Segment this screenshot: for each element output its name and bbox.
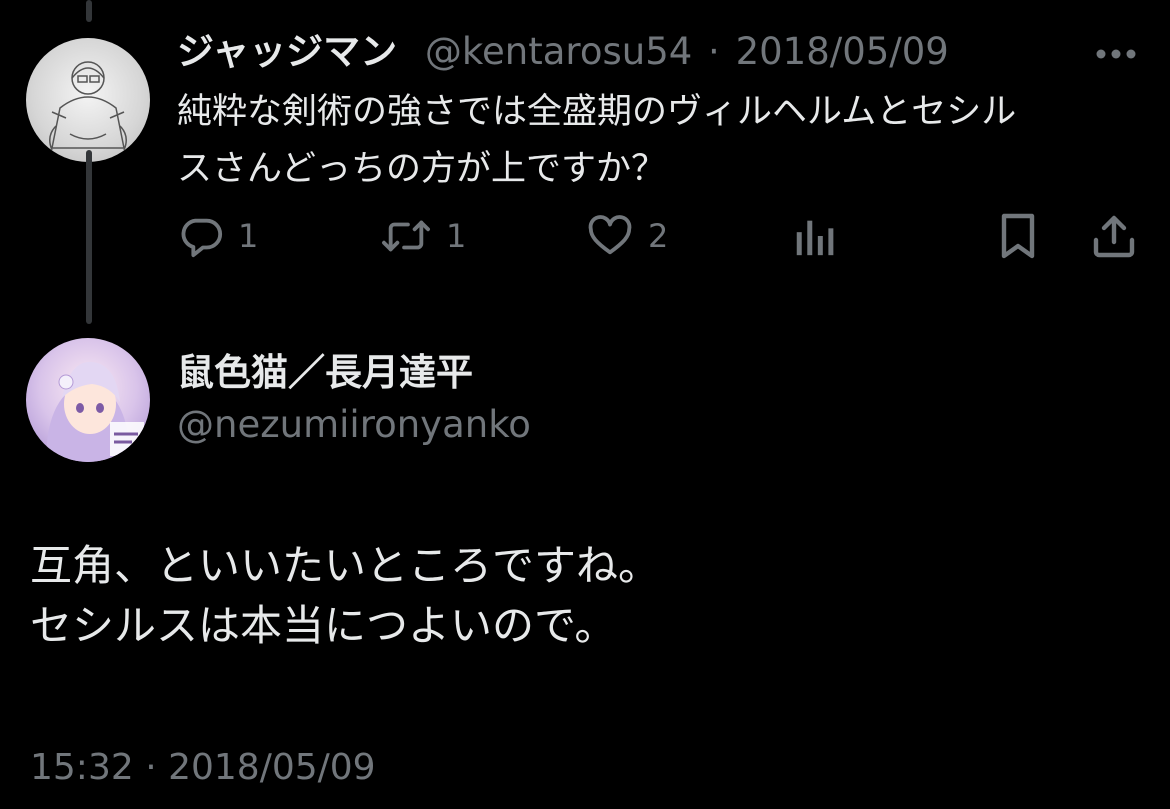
main-tweet-timestamp[interactable]: 15:32 · 2018/05/09 (30, 744, 376, 792)
reply-separator: · (708, 30, 720, 73)
reply-text-line: スさんどっちの方が上ですか？ (177, 149, 666, 189)
reply-author-name[interactable]: ジャッジマン (177, 30, 397, 73)
bookmark-button[interactable] (996, 208, 1040, 264)
avatar[interactable] (26, 338, 150, 462)
retweet-icon (380, 213, 432, 259)
main-tweet-text-line: セシルスは本当につよいので。 (30, 601, 617, 650)
reply-action-bar: 1 1 2 (0, 208, 1170, 264)
reply-header: ジャッジマン @kentarosu54 · 2018/05/09 (177, 28, 949, 76)
avatar[interactable] (26, 38, 150, 162)
main-author-handle[interactable]: @nezumiironyanko (177, 400, 531, 450)
thread-line-top (86, 0, 92, 22)
like-count: 2 (648, 217, 669, 255)
reply-date[interactable]: 2018/05/09 (736, 30, 949, 73)
like-button[interactable]: 2 (586, 208, 668, 264)
retweet-button[interactable]: 1 (380, 208, 466, 264)
reply-text: 純粋な剣術の強さでは全盛期のヴィルヘルムとセシル スさんどっちの方が上ですか？ (177, 84, 1137, 198)
reply-count: 1 (238, 217, 259, 255)
main-tweet-text: 互角、といいたいところですね。 セシルスは本当につよいので。 (30, 536, 1130, 656)
share-icon (1090, 212, 1138, 260)
bookmark-icon (996, 212, 1040, 260)
views-button[interactable] (792, 208, 836, 264)
heart-icon (586, 213, 634, 259)
reply-handle[interactable]: @kentarosu54 (425, 30, 692, 73)
retweet-count: 1 (446, 217, 467, 255)
reply-button[interactable]: 1 (178, 208, 258, 264)
main-tweet-text-line: 互角、といいたいところですね。 (30, 541, 661, 590)
comment-icon (178, 213, 224, 259)
thread-line (86, 150, 92, 324)
reply-text-line: 純粋な剣術の強さでは全盛期のヴィルヘルムとセシル (177, 92, 1017, 132)
avatar-sketch-illustration (49, 61, 127, 151)
more-icon[interactable] (1094, 46, 1138, 60)
main-author-name[interactable]: 鼠色猫／長月達平 (177, 348, 473, 398)
analytics-icon (792, 213, 836, 259)
share-button[interactable] (1090, 208, 1138, 264)
avatar-anime-illustration (46, 361, 144, 462)
